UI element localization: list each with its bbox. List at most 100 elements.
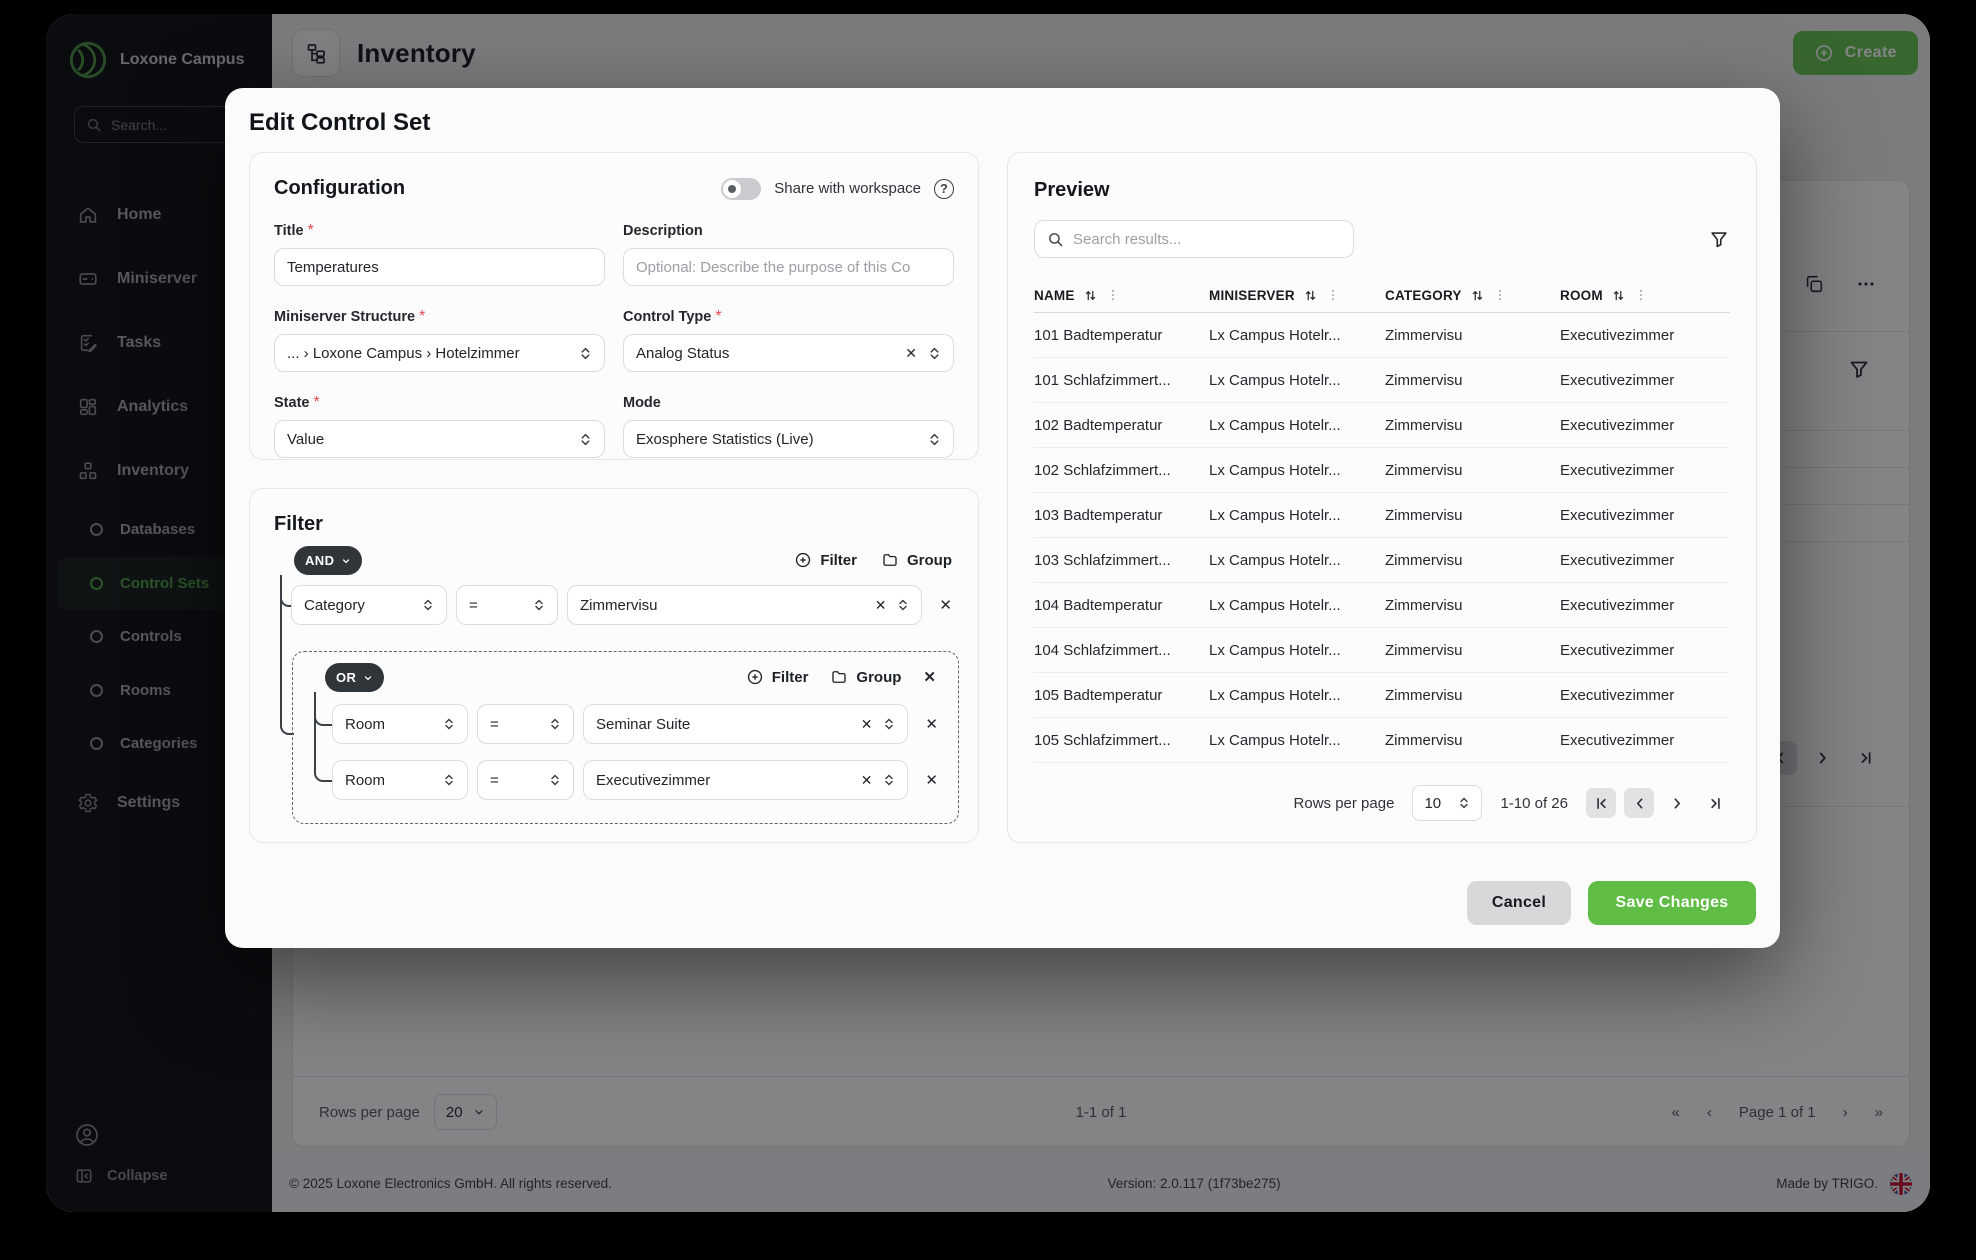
share-toggle-label: Share with workspace — [774, 180, 921, 197]
range-text: 1-10 of 26 — [1500, 795, 1568, 812]
add-filter-button[interactable]: Filter — [746, 668, 809, 686]
last-page-icon[interactable] — [1700, 788, 1730, 818]
help-icon[interactable]: ? — [934, 179, 954, 199]
cell-miniserver: Lx Campus Hotelr... — [1209, 732, 1385, 749]
required-asterisk: * — [419, 308, 425, 325]
remove-filter-icon[interactable]: ✕ — [925, 715, 938, 733]
sort-icon[interactable] — [1611, 288, 1626, 303]
filter-field-select[interactable]: Room — [332, 760, 468, 800]
title-input[interactable] — [287, 259, 592, 276]
cell-category: Zimmervisu — [1385, 687, 1560, 704]
first-page-icon[interactable] — [1586, 788, 1616, 818]
cell-name: 101 Schlafzimmert... — [1034, 372, 1209, 389]
filter-value-select[interactable]: Executivezimmer ✕ — [583, 760, 908, 800]
remove-group-icon[interactable]: ✕ — [923, 668, 936, 686]
filter-group: OR Filter Group ✕ Room — [292, 651, 959, 824]
table-row[interactable]: 102 Badtemperatur Lx Campus Hotelr... Zi… — [1034, 403, 1730, 448]
filter-field-value: Category — [304, 597, 413, 614]
column-header-room[interactable]: ROOM — [1560, 288, 1730, 303]
column-menu-icon[interactable] — [1326, 288, 1340, 302]
control-type-select[interactable]: Analog Status ✕ — [623, 334, 954, 372]
remove-filter-icon[interactable]: ✕ — [939, 596, 952, 614]
miniserver-structure-select[interactable]: ... › Loxone Campus › Hotelzimmer — [274, 334, 605, 372]
state-select[interactable]: Value — [274, 420, 605, 458]
select-stepper-icon — [579, 431, 592, 448]
title-field[interactable] — [274, 248, 605, 286]
mode-select[interactable]: Exosphere Statistics (Live) — [623, 420, 954, 458]
cell-room: Executivezimmer — [1560, 597, 1730, 614]
add-group-label: Group — [907, 552, 952, 569]
control-type-value: Analog Status — [636, 345, 896, 362]
filter-field-select[interactable]: Category — [291, 585, 447, 625]
share-with-workspace-toggle[interactable] — [721, 178, 761, 200]
filter-operator-select[interactable]: = — [477, 760, 574, 800]
table-row[interactable]: 103 Badtemperatur Lx Campus Hotelr... Zi… — [1034, 493, 1730, 538]
column-header-name[interactable]: NAME — [1034, 288, 1209, 303]
column-menu-icon[interactable] — [1493, 288, 1507, 302]
preview-search-field[interactable] — [1034, 220, 1354, 258]
control-type-label: Control Type — [623, 309, 711, 325]
select-stepper-icon — [533, 597, 545, 613]
clear-icon[interactable]: ✕ — [905, 345, 917, 362]
preview-section: Preview — [1007, 152, 1757, 843]
clear-icon[interactable]: ✕ — [861, 716, 873, 733]
column-menu-icon[interactable] — [1106, 288, 1120, 302]
table-row[interactable]: 104 Badtemperatur Lx Campus Hotelr... Zi… — [1034, 583, 1730, 628]
save-changes-button[interactable]: Save Changes — [1588, 881, 1756, 925]
select-stepper-icon — [422, 597, 434, 613]
sort-icon[interactable] — [1083, 288, 1098, 303]
description-field[interactable] — [623, 248, 954, 286]
column-menu-icon[interactable] — [1634, 288, 1648, 302]
table-row[interactable]: 105 Schlafzimmert... Lx Campus Hotelr...… — [1034, 718, 1730, 763]
column-header-category[interactable]: CATEGORY — [1385, 288, 1560, 303]
sort-icon[interactable] — [1303, 288, 1318, 303]
column-header-miniserver[interactable]: MINISERVER — [1209, 288, 1385, 303]
or-operator-pill[interactable]: OR — [325, 663, 384, 692]
or-label: OR — [336, 670, 356, 685]
table-row[interactable]: 101 Badtemperatur Lx Campus Hotelr... Zi… — [1034, 313, 1730, 358]
table-row[interactable]: 103 Schlafzimmert... Lx Campus Hotelr...… — [1034, 538, 1730, 583]
remove-filter-icon[interactable]: ✕ — [925, 771, 938, 789]
prev-page-icon[interactable] — [1624, 788, 1654, 818]
clear-icon[interactable]: ✕ — [861, 772, 873, 789]
select-stepper-icon — [579, 345, 592, 362]
cell-name: 105 Schlafzimmert... — [1034, 732, 1209, 749]
filter-value-select[interactable]: Seminar Suite ✕ — [583, 704, 908, 744]
filter-row: Category = Zimmervisu ✕ — [291, 585, 952, 625]
table-row[interactable]: 104 Schlafzimmert... Lx Campus Hotelr...… — [1034, 628, 1730, 673]
tree-connector — [314, 692, 334, 782]
structure-label: Miniserver Structure — [274, 309, 415, 325]
filter-value: Seminar Suite — [596, 716, 852, 733]
description-input[interactable] — [636, 259, 941, 276]
cell-name: 103 Schlafzimmert... — [1034, 552, 1209, 569]
preview-search-input[interactable] — [1073, 231, 1341, 248]
filter-value-select[interactable]: Zimmervisu ✕ — [567, 585, 922, 625]
sort-icon[interactable] — [1470, 288, 1485, 303]
table-row[interactable]: 101 Schlafzimmert... Lx Campus Hotelr...… — [1034, 358, 1730, 403]
description-label: Description — [623, 223, 703, 239]
add-group-button[interactable]: Group — [881, 551, 952, 569]
next-page-icon[interactable] — [1662, 788, 1692, 818]
filter-operator-select[interactable]: = — [456, 585, 558, 625]
add-filter-label: Filter — [772, 669, 809, 686]
table-row[interactable]: 102 Schlafzimmert... Lx Campus Hotelr...… — [1034, 448, 1730, 493]
cell-miniserver: Lx Campus Hotelr... — [1209, 462, 1385, 479]
cell-name: 104 Badtemperatur — [1034, 597, 1209, 614]
filter-value: Executivezimmer — [596, 772, 852, 789]
add-filter-button[interactable]: Filter — [794, 551, 857, 569]
cancel-button[interactable]: Cancel — [1467, 881, 1571, 925]
rows-per-page-select[interactable]: 10 — [1412, 785, 1482, 821]
filter-operator-select[interactable]: = — [477, 704, 574, 744]
cell-category: Zimmervisu — [1385, 372, 1560, 389]
cell-room: Executivezimmer — [1560, 687, 1730, 704]
table-row[interactable]: 105 Badtemperatur Lx Campus Hotelr... Zi… — [1034, 673, 1730, 718]
filter-funnel-icon[interactable] — [1708, 228, 1730, 250]
cell-name: 102 Badtemperatur — [1034, 417, 1209, 434]
cell-name: 105 Badtemperatur — [1034, 687, 1209, 704]
filter-row: Room = Executivezimmer ✕ — [332, 760, 938, 800]
add-group-button[interactable]: Group — [830, 668, 901, 686]
and-operator-pill[interactable]: AND — [294, 546, 362, 575]
filter-operator-value: = — [490, 716, 540, 733]
clear-icon[interactable]: ✕ — [875, 597, 887, 614]
filter-field-select[interactable]: Room — [332, 704, 468, 744]
